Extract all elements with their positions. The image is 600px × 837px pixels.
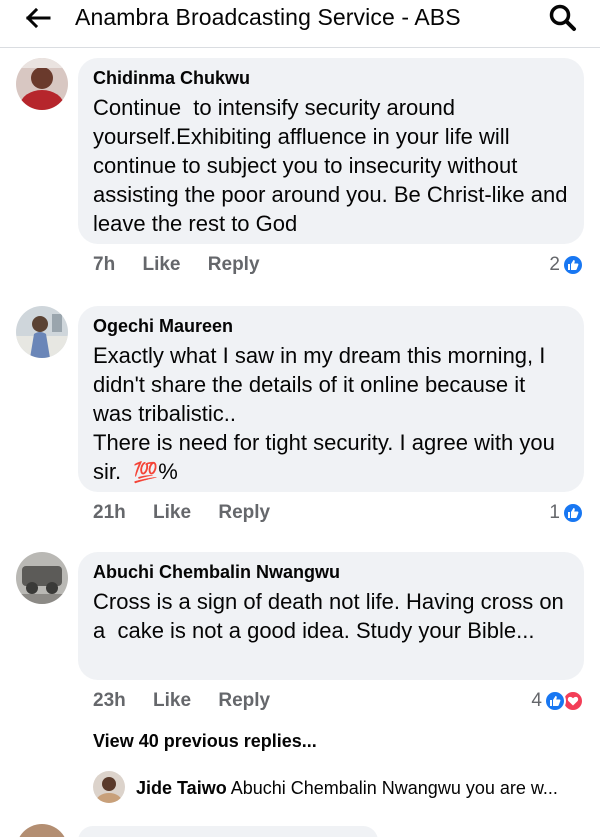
view-previous-replies-link[interactable]: View 40 previous replies... <box>93 731 317 752</box>
like-button[interactable]: Like <box>142 254 180 276</box>
comment-bubble: Chidinma Chukwu Continue to intensify se… <box>78 58 584 244</box>
like-reaction-icon <box>544 690 566 712</box>
reaction-summary[interactable]: 1 <box>549 502 584 524</box>
reply-preview-text: Jide Taiwo Abuchi Chembalin Nwangwu you … <box>136 778 581 799</box>
comment-author[interactable]: Ogechi Maureen <box>93 315 569 337</box>
comment-text: Exactly what I saw in my dream this morn… <box>93 341 569 488</box>
comment-actions: 21h Like Reply <box>93 502 292 524</box>
reaction-summary[interactable]: 2 <box>549 254 584 276</box>
comment-bubble <box>78 826 378 837</box>
reply-preview[interactable]: Jide Taiwo Abuchi Chembalin Nwangwu you … <box>93 771 593 805</box>
reply-button[interactable]: Reply <box>208 254 260 276</box>
comment-actions: 7h Like Reply <box>93 254 282 276</box>
reaction-count: 2 <box>549 254 560 275</box>
arrow-left-icon[interactable] <box>22 5 52 31</box>
reply-snippet: Abuchi Chembalin Nwangwu you are w... <box>230 778 558 798</box>
avatar[interactable] <box>16 552 68 604</box>
reaction-count: 4 <box>531 690 542 711</box>
comment-author[interactable]: Chidinma Chukwu <box>93 67 569 89</box>
reaction-summary[interactable]: 4 <box>531 690 584 712</box>
avatar[interactable] <box>16 306 68 358</box>
reply-button[interactable]: Reply <box>218 502 270 524</box>
avatar[interactable] <box>93 771 125 803</box>
like-reaction-icon <box>562 502 584 524</box>
comment-text: Cross is a sign of death not life. Havin… <box>93 589 570 643</box>
comment-time[interactable]: 21h <box>93 502 126 524</box>
comment-bubble: Ogechi Maureen Exactly what I saw in my … <box>78 306 584 492</box>
comment-text: Continue to intensify security around yo… <box>93 95 574 236</box>
like-reaction-icon <box>562 254 584 276</box>
hundred-points-emoji: 💯 <box>133 462 159 484</box>
comment-text-suffix: % <box>158 459 178 484</box>
comment-time[interactable]: 23h <box>93 690 126 712</box>
top-bar: Anambra Broadcasting Service - ABS <box>0 0 600 48</box>
comment-author[interactable]: Abuchi Chembalin Nwangwu <box>93 561 569 583</box>
reaction-count: 1 <box>549 502 560 523</box>
comment-actions: 23h Like Reply <box>93 690 292 712</box>
avatar[interactable] <box>16 58 68 110</box>
reply-button[interactable]: Reply <box>218 690 270 712</box>
like-button[interactable]: Like <box>153 502 191 524</box>
search-icon[interactable] <box>548 3 578 33</box>
page-title: Anambra Broadcasting Service - ABS <box>75 4 461 30</box>
reply-author[interactable]: Jide Taiwo <box>136 778 227 798</box>
comment-bubble: Abuchi Chembalin Nwangwu Cross is a sign… <box>78 552 584 680</box>
comment-time[interactable]: 7h <box>93 254 115 276</box>
avatar[interactable] <box>16 824 68 837</box>
like-button[interactable]: Like <box>153 690 191 712</box>
comment-text-line: Exactly what I saw in my dream this morn… <box>93 343 552 426</box>
